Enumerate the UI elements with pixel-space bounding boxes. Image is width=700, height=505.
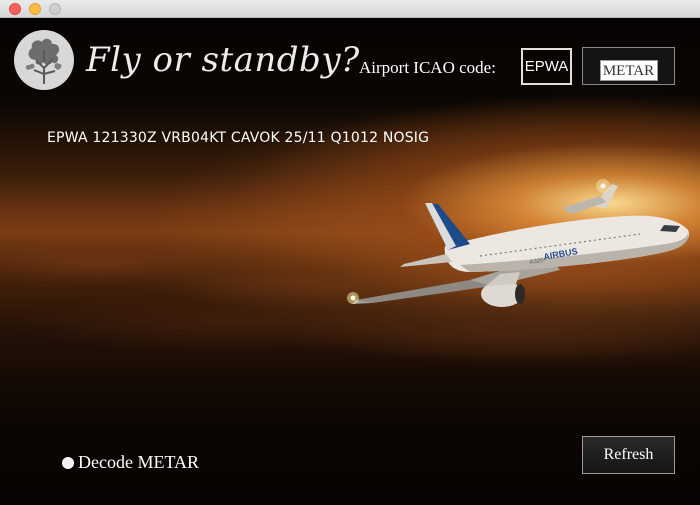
metar-button-label: METAR: [599, 59, 658, 81]
icao-code-input[interactable]: [521, 48, 572, 85]
minimize-window-button[interactable]: [29, 3, 41, 15]
decode-metar-radio[interactable]: [62, 456, 74, 469]
app-window: AIRBUS A320 Fly or standby? Airport ICAO…: [0, 0, 700, 505]
decode-metar-option[interactable]: Decode METAR: [62, 452, 199, 473]
zoom-window-button[interactable]: [49, 3, 61, 15]
airplane-image: AIRBUS A320: [347, 179, 690, 307]
metar-button[interactable]: METAR: [582, 47, 675, 85]
app-logo: [14, 30, 74, 90]
close-window-button[interactable]: [9, 3, 21, 15]
tree-icon: [25, 38, 62, 84]
icao-code-label: Airport ICAO code:: [359, 58, 496, 77]
metar-report-text: EPWA 121330Z VRB04KT CAVOK 25/11 Q1012 N…: [47, 130, 430, 146]
title-bar: [0, 0, 700, 18]
decode-metar-label: Decode METAR: [78, 452, 200, 472]
app-title: Fly or standby?: [86, 40, 360, 80]
background-photo: AIRBUS A320: [0, 18, 700, 505]
refresh-button[interactable]: Refresh: [582, 436, 675, 474]
